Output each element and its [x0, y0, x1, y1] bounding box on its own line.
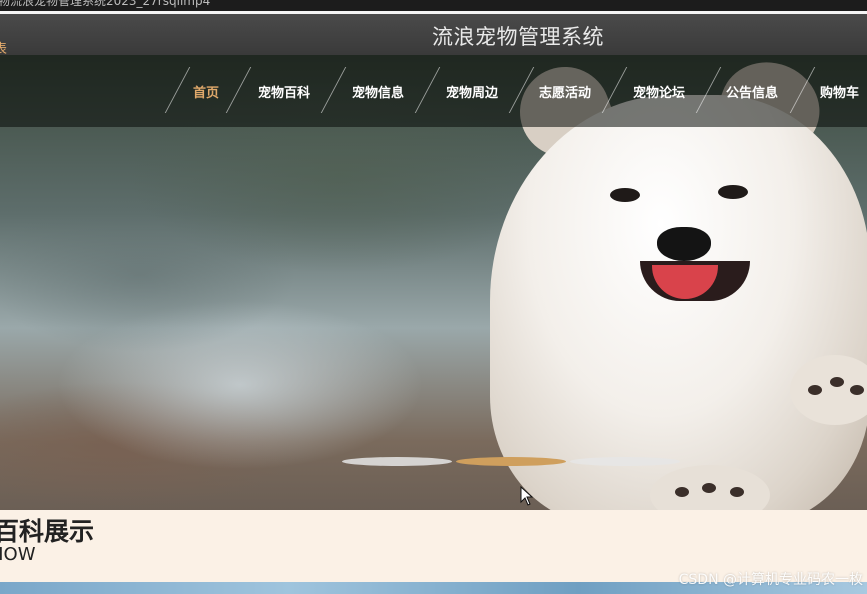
dog-nose — [657, 227, 711, 261]
carousel-dot-active[interactable] — [456, 457, 566, 466]
nav-separator — [508, 67, 535, 113]
dog-eye — [610, 188, 640, 202]
paw-pad — [730, 487, 744, 497]
section-subtitle: HOW — [0, 544, 36, 565]
nav-item-forum[interactable]: 宠物论坛 — [633, 82, 685, 101]
nav-item-cart[interactable]: 购物车 — [820, 82, 859, 101]
nav-separator — [320, 67, 347, 113]
address-bar-text: 物流浪宠物管理系统2023_27rsqlimp4 — [0, 0, 211, 8]
nav-separator — [695, 67, 722, 113]
nav-separator — [601, 67, 628, 113]
nav-separator — [789, 67, 816, 113]
site-title: 流浪宠物管理系统 — [432, 25, 604, 49]
nav-separator — [414, 67, 441, 113]
dog-figure — [490, 95, 867, 510]
nav-item-pet-info[interactable]: 宠物信息 — [352, 82, 404, 101]
mouse-cursor-icon — [520, 486, 534, 506]
carousel-dot[interactable] — [570, 457, 680, 466]
main-nav: 首页 宠物百科 宠物信息 宠物周边 志愿活动 宠物论坛 公告信息 购物车 — [0, 55, 867, 127]
nav-item-announcements[interactable]: 公告信息 — [726, 82, 778, 101]
nav-item-volunteer[interactable]: 志愿活动 — [539, 82, 591, 101]
title-bar: 表 流浪宠物管理系统 — [0, 14, 867, 57]
carousel-dot[interactable] — [342, 457, 452, 466]
nav-item-pet-encyclopedia[interactable]: 宠物百科 — [258, 82, 310, 101]
paw-pad — [702, 483, 716, 493]
paw-pad — [808, 385, 822, 395]
nav-separator — [164, 67, 191, 113]
address-bar[interactable]: 物流浪宠物管理系统2023_27rsqlimp4 — [0, 0, 867, 11]
nav-item-pet-merch[interactable]: 宠物周边 — [446, 82, 498, 101]
paw-pad — [850, 385, 864, 395]
section-title: 百科展示 — [0, 517, 95, 546]
nav-separator — [225, 67, 252, 113]
paw-pad — [675, 487, 689, 497]
watermark-text: CSDN @计算机专业码农一枚 — [678, 572, 863, 588]
nav-item-home[interactable]: 首页 — [193, 82, 219, 101]
dog-eye — [718, 185, 748, 199]
paw-pad — [830, 377, 844, 387]
